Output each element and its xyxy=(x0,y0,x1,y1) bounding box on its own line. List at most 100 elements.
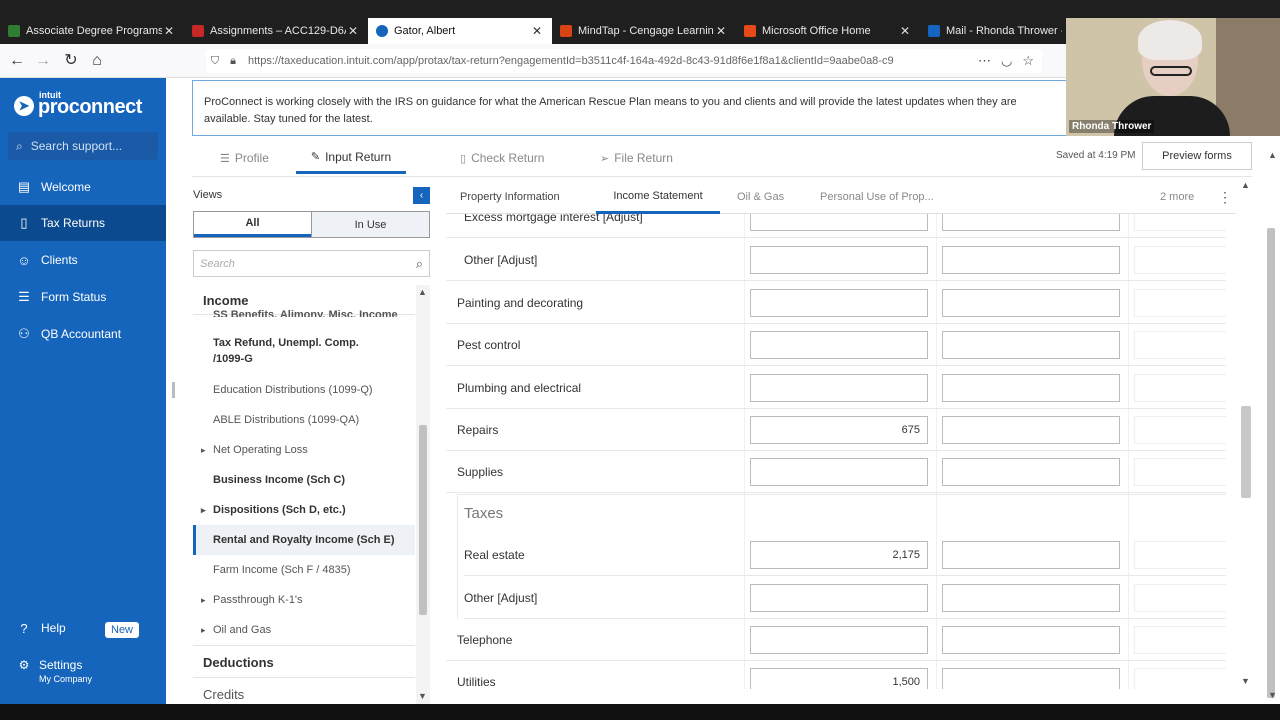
close-tab-icon[interactable]: ✕ xyxy=(530,24,544,38)
list-item[interactable]: Farm Income (Sch F / 4835) xyxy=(193,555,415,585)
amount-input-2[interactable] xyxy=(942,458,1120,486)
tab-input-return[interactable]: ✎ Input Return xyxy=(296,142,406,174)
list-item-selected[interactable]: Rental and Royalty Income (Sch E) xyxy=(193,525,415,555)
nav-clients[interactable]: ☺ Clients xyxy=(0,242,166,278)
amount-input-3[interactable] xyxy=(1134,289,1226,317)
scroll-up-icon[interactable]: ▲ xyxy=(1241,180,1250,190)
tab-income-statement[interactable]: Income Statement xyxy=(596,180,720,214)
list-item[interactable]: Tax Refund, Unempl. Comp. /1099-G xyxy=(193,333,415,369)
scrollbar-thumb[interactable] xyxy=(1267,228,1275,698)
tab-file-return[interactable]: ➢ File Return xyxy=(600,142,673,174)
reload-icon[interactable]: ↻ xyxy=(60,50,82,72)
amount-input-2[interactable] xyxy=(942,416,1120,444)
support-search-input[interactable]: ⌕ Search support... xyxy=(8,132,158,160)
amount-input-3[interactable] xyxy=(1134,626,1226,654)
list-item-partial[interactable]: SS Benefits, Alimony, Misc. Income xyxy=(213,309,413,317)
amount-input-2[interactable] xyxy=(942,541,1120,569)
amount-input-2[interactable] xyxy=(942,626,1120,654)
search-icon[interactable]: ⌕ xyxy=(416,256,423,272)
amount-input-3[interactable] xyxy=(1134,331,1226,359)
nav-settings[interactable]: ⚙ Settings My Company xyxy=(16,658,92,684)
list-item[interactable]: Business Income (Sch C) xyxy=(193,465,415,495)
browser-tab[interactable]: Associate Degree Programs | C ✕ xyxy=(0,18,184,44)
browser-tab[interactable]: Assignments – ACC129-D6A-S ✕ xyxy=(184,18,368,44)
browser-tab[interactable]: Mail - Rhonda Thrower - O xyxy=(920,18,1070,44)
browser-tab[interactable]: MindTap - Cengage Learning ✕ xyxy=(552,18,736,44)
tab-more[interactable]: 2 more xyxy=(1160,180,1194,214)
amount-input-3[interactable] xyxy=(1134,584,1226,612)
deductions-header[interactable]: Deductions xyxy=(193,645,415,677)
scroll-down-icon[interactable]: ▼ xyxy=(1268,690,1277,700)
tab-personal-use[interactable]: Personal Use of Prop... xyxy=(820,180,934,214)
amount-input[interactable] xyxy=(750,214,928,231)
back-arrow-icon[interactable]: ← xyxy=(6,50,28,72)
scrollbar-thumb[interactable] xyxy=(419,425,427,615)
amount-input-2[interactable] xyxy=(942,668,1120,689)
list-item[interactable]: ▸ Oil and Gas xyxy=(193,615,415,645)
nav-help[interactable]: ? Help xyxy=(0,610,166,646)
tab-property-information[interactable]: Property Information xyxy=(460,180,560,214)
amount-input[interactable] xyxy=(750,626,928,654)
amount-input-2[interactable] xyxy=(942,289,1120,317)
amount-input-2[interactable] xyxy=(942,584,1120,612)
proconnect-logo[interactable]: ➤ intuit proconnect xyxy=(14,90,142,119)
kebab-menu-icon[interactable]: ⋮ xyxy=(1218,189,1232,206)
browser-tab[interactable]: Microsoft Office Home ✕ xyxy=(736,18,920,44)
list-item[interactable]: ▸ Net Operating Loss xyxy=(193,435,415,465)
shield-icon[interactable]: ⛉ xyxy=(206,55,224,68)
close-tab-icon[interactable]: ✕ xyxy=(346,24,360,38)
form-scrollbar[interactable]: ▲ ▼ xyxy=(1240,176,1252,688)
amount-input-3[interactable] xyxy=(1134,416,1226,444)
preview-forms-button[interactable]: Preview forms xyxy=(1142,142,1252,170)
amount-input-3[interactable] xyxy=(1134,458,1226,486)
close-tab-icon[interactable]: ✕ xyxy=(898,24,912,38)
more-actions-icon[interactable]: ⋯ xyxy=(978,53,991,69)
amount-input-2[interactable] xyxy=(942,214,1120,231)
nav-tax-returns[interactable]: ▯ Tax Returns xyxy=(0,205,166,241)
scroll-down-icon[interactable]: ▼ xyxy=(1241,676,1250,686)
list-item[interactable]: ▸ Passthrough K-1's xyxy=(193,585,415,615)
scrollbar-thumb[interactable] xyxy=(1241,406,1251,498)
form-list-scrollbar[interactable]: ▲ ▼ xyxy=(416,285,430,705)
toggle-all[interactable]: All xyxy=(194,212,311,237)
home-icon[interactable]: ⌂ xyxy=(86,50,108,72)
amount-input[interactable] xyxy=(750,374,928,402)
views-search-input[interactable]: Search ⌕ xyxy=(193,250,430,277)
url-text[interactable]: https://taxeducation.intuit.com/app/prot… xyxy=(248,55,978,67)
bookmark-star-icon[interactable]: ☆ xyxy=(1022,53,1034,69)
amount-input-2[interactable] xyxy=(942,246,1120,274)
credits-header[interactable]: Credits xyxy=(193,677,415,705)
address-bar[interactable]: ⛉ 🔒︎ https://taxeducation.intuit.com/app… xyxy=(206,49,1042,73)
close-tab-icon[interactable]: ✕ xyxy=(162,24,176,38)
scroll-down-icon[interactable]: ▼ xyxy=(418,691,427,701)
amount-input-3[interactable] xyxy=(1134,374,1226,402)
amount-input[interactable]: 675 xyxy=(750,416,928,444)
sidebar-resize-handle[interactable] xyxy=(172,382,175,398)
tab-profile[interactable]: ☰ Profile xyxy=(220,142,269,174)
amount-input-2[interactable] xyxy=(942,331,1120,359)
close-tab-icon[interactable]: ✕ xyxy=(714,24,728,38)
scroll-up-icon[interactable]: ▲ xyxy=(418,287,427,297)
page-scrollbar[interactable]: ▲ ▼ xyxy=(1264,140,1280,704)
amount-input-3[interactable] xyxy=(1134,214,1226,231)
scroll-up-icon[interactable]: ▲ xyxy=(1268,150,1277,160)
amount-input[interactable] xyxy=(750,331,928,359)
amount-input[interactable] xyxy=(750,584,928,612)
nav-welcome[interactable]: ▤ Welcome xyxy=(0,169,166,205)
tab-check-return[interactable]: ▯ Check Return xyxy=(460,142,544,174)
nav-form-status[interactable]: ☰ Form Status xyxy=(0,279,166,315)
list-item[interactable]: Education Distributions (1099-Q) xyxy=(193,375,415,405)
amount-input[interactable]: 2,175 xyxy=(750,541,928,569)
forward-arrow-icon[interactable]: → xyxy=(32,50,54,72)
amount-input-2[interactable] xyxy=(942,374,1120,402)
amount-input[interactable]: 1,500 xyxy=(750,668,928,689)
list-item[interactable]: ABLE Distributions (1099-QA) xyxy=(193,405,415,435)
browser-tab-active[interactable]: Gator, Albert ✕ xyxy=(368,18,552,44)
amount-input-3[interactable] xyxy=(1134,541,1226,569)
amount-input[interactable] xyxy=(750,246,928,274)
amount-input-3[interactable] xyxy=(1134,246,1226,274)
list-item[interactable]: ▸ Dispositions (Sch D, etc.) xyxy=(193,495,415,525)
amount-input[interactable] xyxy=(750,458,928,486)
toggle-in-use[interactable]: In Use xyxy=(311,212,429,237)
tab-oil-gas[interactable]: Oil & Gas xyxy=(737,180,784,214)
